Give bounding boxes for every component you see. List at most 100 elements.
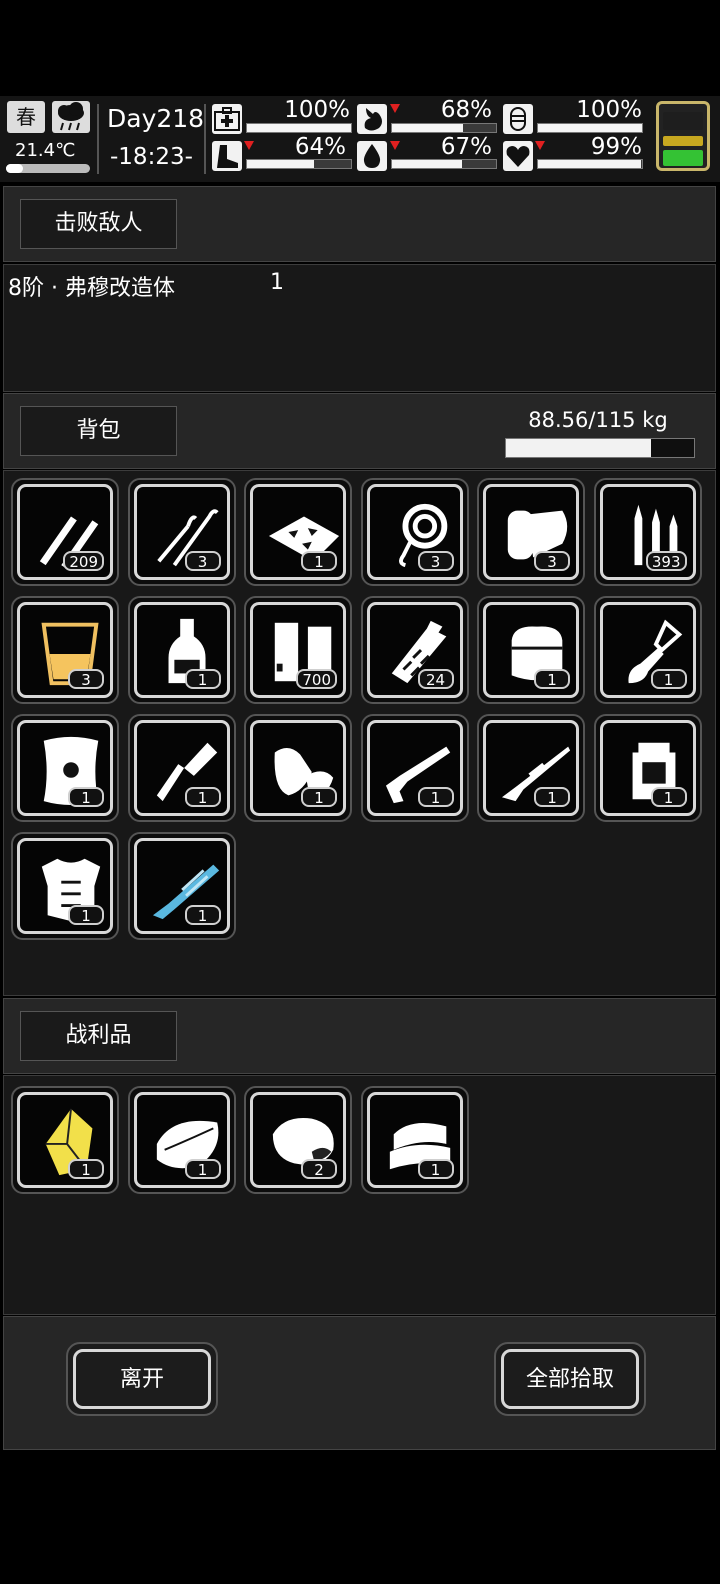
item-frame: 1 [17, 1092, 113, 1188]
backpack-item-slot[interactable]: 1 [360, 714, 469, 822]
item-count: 1 [184, 669, 221, 689]
backpack-item-slot[interactable]: 1 [244, 714, 352, 822]
backpack-item-slot[interactable]: 1 [127, 832, 236, 940]
item-frame: 3 [366, 484, 463, 580]
backpack-item-slot[interactable]: 1 [127, 714, 236, 822]
item-frame: 393 [599, 484, 696, 580]
backpack-item-slot[interactable]: 3 [11, 596, 119, 704]
backpack-item-slot[interactable]: 1 [11, 714, 119, 822]
defeated-header: 击败敌人 [3, 186, 716, 262]
item-frame: 1 [599, 602, 696, 698]
item-frame: 1 [599, 720, 696, 816]
item-count: 3 [184, 551, 221, 571]
leave-button-label: 离开 [73, 1349, 211, 1409]
item-frame: 1 [250, 720, 346, 816]
hunger-percent: 68% [440, 97, 492, 123]
item-count: 2 [301, 1159, 337, 1179]
item-frame: 1 [483, 720, 579, 816]
item-count: 1 [68, 905, 104, 925]
backpack-item-slot[interactable]: 24 [360, 596, 469, 704]
item-count: 700 [296, 669, 337, 689]
temperature: 21.4℃ [15, 140, 76, 161]
item-count: 393 [645, 551, 687, 571]
backpack-item-slot[interactable]: 3 [127, 478, 236, 586]
item-frame: 3 [133, 484, 230, 580]
backpack-item-slot[interactable]: 1 [477, 596, 585, 704]
loot-item-slot[interactable]: 1 [360, 1086, 469, 1194]
heart-icon [503, 141, 533, 171]
loot-item-slot[interactable]: 1 [127, 1086, 236, 1194]
backpack-item-slot[interactable]: 3 [477, 478, 585, 586]
item-count: 1 [650, 669, 687, 689]
item-count: 1 [184, 905, 221, 925]
item-count: 1 [650, 787, 687, 807]
take-all-button[interactable]: 全部拾取 [494, 1342, 646, 1416]
item-frame: 209 [17, 484, 113, 580]
item-count: 1 [417, 787, 454, 807]
backpack-tab[interactable]: 背包 [20, 406, 177, 456]
item-frame: 24 [366, 602, 463, 698]
enemy-name: 8阶 · 弗穆改造体 [8, 276, 175, 301]
item-count: 3 [417, 551, 454, 571]
backpack-item-slot[interactable]: 1 [477, 714, 585, 822]
item-count: 1 [68, 787, 104, 807]
item-count: 209 [63, 551, 104, 571]
health-bar [246, 123, 352, 133]
item-count: 1 [301, 551, 337, 571]
defeated-tab[interactable]: 击败敌人 [20, 199, 177, 249]
mood-bar [537, 159, 643, 169]
mood-percent: 99% [590, 134, 642, 160]
item-frame: 1 [133, 1092, 230, 1188]
item-frame: 1 [483, 602, 579, 698]
item-frame: 3 [17, 602, 113, 698]
backpack-item-slot[interactable]: 1 [127, 596, 236, 704]
item-count: 3 [68, 669, 104, 689]
carry-weight: 88.56/115 kg [528, 408, 668, 432]
backpack-item-slot[interactable]: 1 [593, 714, 702, 822]
medkit-icon [212, 104, 242, 134]
item-frame: 3 [483, 484, 579, 580]
item-frame: 1 [250, 484, 346, 580]
day-counter: Day218 [107, 104, 205, 133]
loot-header: 战利品 [3, 998, 716, 1074]
item-count: 1 [534, 669, 570, 689]
item-frame: 1 [133, 720, 230, 816]
item-count: 1 [417, 1159, 454, 1179]
health-percent: 100% [284, 97, 350, 123]
mental-percent: 100% [576, 97, 642, 123]
item-frame: 1 [17, 720, 113, 816]
item-frame: 700 [250, 602, 346, 698]
enemy-count: 1 [270, 270, 284, 295]
loot-item-slot[interactable]: 2 [244, 1086, 352, 1194]
item-frame: 1 [133, 602, 230, 698]
item-count: 1 [68, 1159, 104, 1179]
hunger-bar [391, 123, 497, 133]
backpack-item-slot[interactable]: 393 [593, 478, 702, 586]
divider [97, 104, 99, 174]
backpack-item-slot[interactable]: 209 [11, 478, 119, 586]
item-count: 3 [534, 551, 570, 571]
item-count: 1 [184, 787, 221, 807]
item-count: 1 [534, 787, 570, 807]
divider [204, 104, 206, 174]
item-frame: 1 [133, 838, 230, 934]
stamina-percent: 64% [294, 134, 346, 160]
mental-bar [537, 123, 643, 133]
loot-item-slot[interactable]: 1 [11, 1086, 119, 1194]
brain-icon [503, 104, 533, 134]
backpack-item-slot[interactable]: 1 [593, 596, 702, 704]
backpack-item-slot[interactable]: 1 [11, 832, 119, 940]
item-frame: 1 [17, 838, 113, 934]
battery-indicator[interactable] [656, 101, 710, 171]
season-label: 春 [7, 101, 45, 133]
item-count: 1 [301, 787, 337, 807]
backpack-item-slot[interactable]: 1 [244, 478, 352, 586]
leave-button[interactable]: 离开 [66, 1342, 218, 1416]
item-count: 1 [184, 1159, 221, 1179]
stamina-bar [246, 159, 352, 169]
temperature-bar [6, 164, 90, 173]
backpack-item-slot[interactable]: 3 [360, 478, 469, 586]
carry-weight-bar [505, 438, 695, 458]
loot-tab[interactable]: 战利品 [20, 1011, 177, 1061]
backpack-item-slot[interactable]: 700 [244, 596, 352, 704]
